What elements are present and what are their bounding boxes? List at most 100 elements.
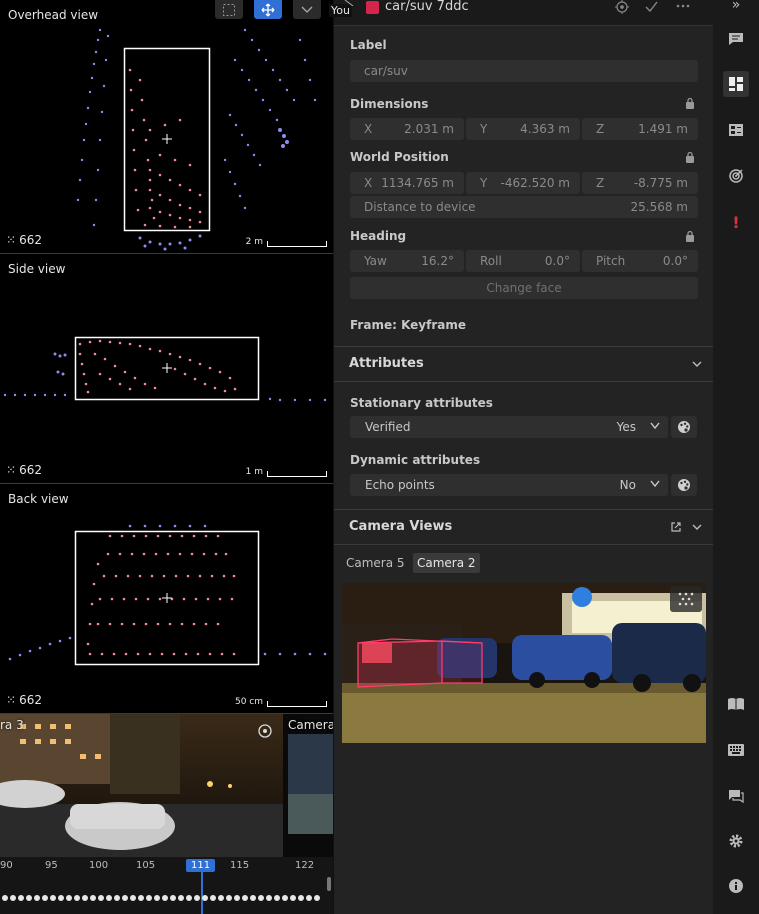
timeline-tick[interactable]: 105 (136, 860, 155, 871)
lock-icon[interactable] (685, 97, 695, 109)
timeline-frame-dot[interactable] (170, 895, 176, 901)
side-view[interactable]: Side view ⁙ 662 1 m (0, 254, 333, 484)
issues-button[interactable]: ! (723, 209, 749, 235)
timeline-tick[interactable]: 115 (230, 860, 249, 871)
timeline-tick[interactable]: 95 (45, 860, 58, 871)
timeline-frame-dot[interactable] (154, 895, 160, 901)
overhead-view[interactable]: Overhead view ⁙ 662 2 m (0, 0, 333, 254)
position-z-field[interactable]: Z -8.775 m (582, 172, 698, 194)
tab-camera-2[interactable]: Camera 2 (413, 553, 480, 573)
timeline-frame-dot[interactable] (98, 895, 104, 901)
palette-button[interactable] (671, 474, 697, 496)
timeline-frame-dot[interactable] (42, 895, 48, 901)
timeline[interactable]: 90 95 100 105 111 115 122 (0, 857, 333, 914)
layout-button[interactable] (723, 71, 749, 97)
close-icon[interactable] (344, 0, 354, 6)
timeline-frame-dot[interactable] (258, 895, 264, 901)
timeline-frame-dot[interactable] (66, 895, 72, 901)
camera-strip[interactable]: ra 3 Camera (0, 714, 333, 857)
tab-camera-5[interactable]: Camera 5 (342, 553, 409, 573)
timeline-frame-dot[interactable] (18, 895, 24, 901)
attributes-section-header[interactable]: Attributes (334, 346, 714, 382)
timeline-frame-dot[interactable] (178, 895, 184, 901)
label-input[interactable]: car/suv (350, 60, 698, 82)
timeline-frame-dot[interactable] (298, 895, 304, 901)
timeline-frame-dot[interactable] (242, 895, 248, 901)
dimension-x-field[interactable]: X 2.031 m (350, 118, 464, 140)
timeline-frame-dot[interactable] (34, 895, 40, 901)
timeline-frame-dot[interactable] (138, 895, 144, 901)
shortcuts-button[interactable] (723, 737, 749, 763)
verified-select[interactable]: Verified Yes (350, 416, 668, 438)
timeline-frame-dot[interactable] (26, 895, 32, 901)
timeline-frame-dot[interactable] (274, 895, 280, 901)
pitch-field[interactable]: Pitch 0.0° (582, 250, 698, 272)
back-view[interactable]: Back view ⁙ 662 50 cm (0, 484, 333, 714)
timeline-frame-dot[interactable] (306, 895, 312, 901)
check-icon[interactable] (645, 1, 658, 12)
yaw-field[interactable]: Yaw 16.2° (350, 250, 464, 272)
timeline-frame-dot[interactable] (186, 895, 192, 901)
dimension-z-field[interactable]: Z 1.491 m (582, 118, 698, 140)
position-y-field[interactable]: Y -462.520 m (466, 172, 580, 194)
point-count-value: 662 (19, 463, 42, 477)
change-face-button[interactable]: Change face (350, 277, 698, 299)
timeline-frame-dot[interactable] (74, 895, 80, 901)
timeline-frame-dot[interactable] (82, 895, 88, 901)
timeline-frame-dot[interactable] (250, 895, 256, 901)
timeline-frame-dot[interactable] (130, 895, 136, 901)
select-tool-button[interactable] (215, 0, 243, 19)
timeline-frame-dot[interactable] (202, 895, 208, 901)
timeline-frame-dot[interactable] (146, 895, 152, 901)
settings-button[interactable] (723, 828, 749, 854)
lock-icon[interactable] (685, 230, 695, 242)
collapse-sidebar-button[interactable]: » (723, 0, 749, 18)
external-link-icon[interactable] (670, 521, 682, 533)
timeline-frame-dot[interactable] (162, 895, 168, 901)
timeline-frames[interactable] (0, 893, 325, 903)
timeline-frame-dot[interactable] (266, 895, 272, 901)
timeline-frame-dot[interactable] (194, 895, 200, 901)
dimension-y-field[interactable]: Y 4.363 m (466, 118, 580, 140)
timeline-scrollbar[interactable] (327, 877, 331, 891)
lock-icon[interactable] (685, 151, 695, 163)
timeline-frame-dot[interactable] (10, 895, 16, 901)
camera-views-section-header[interactable]: Camera Views (334, 509, 714, 545)
timeline-frame-dot[interactable] (234, 895, 240, 901)
move-tool-button[interactable] (254, 0, 282, 19)
field-key: X (364, 176, 373, 190)
echo-points-select[interactable]: Echo points No (350, 474, 668, 496)
timeline-frame-dot[interactable] (210, 895, 216, 901)
timeline-frame-dot[interactable] (2, 895, 8, 901)
timeline-frame-dot[interactable] (106, 895, 112, 901)
locate-icon[interactable] (615, 0, 629, 14)
timeline-frame-dot[interactable] (90, 895, 96, 901)
tracking-button[interactable] (723, 163, 749, 189)
timeline-tick[interactable]: 90 (0, 860, 13, 871)
timeline-frame-dot[interactable] (218, 895, 224, 901)
palette-button[interactable] (671, 416, 697, 438)
timeline-frame-dot[interactable] (282, 895, 288, 901)
timeline-frame-dot[interactable] (314, 895, 320, 901)
select-value: Yes (616, 420, 636, 434)
camera-2-image[interactable] (342, 583, 706, 743)
timeline-frame-dot[interactable] (290, 895, 296, 901)
comments-button[interactable] (723, 26, 749, 52)
timeline-frame-dot[interactable] (58, 895, 64, 901)
timeline-tick[interactable]: 100 (89, 860, 108, 871)
tool-dropdown-button[interactable] (293, 0, 321, 19)
field-value: -462.520 m (500, 176, 570, 190)
timeline-frame-dot[interactable] (114, 895, 120, 901)
gear-icon (729, 834, 743, 848)
guide-button[interactable] (723, 691, 749, 717)
roll-field[interactable]: Roll 0.0° (466, 250, 580, 272)
timeline-tick[interactable]: 122 (295, 860, 314, 871)
objects-list-button[interactable] (723, 117, 749, 143)
position-x-field[interactable]: X 1134.765 m (350, 172, 464, 194)
timeline-frame-dot[interactable] (226, 895, 232, 901)
chat-button[interactable] (723, 783, 749, 809)
timeline-frame-dot[interactable] (122, 895, 128, 901)
timeline-frame-dot[interactable] (50, 895, 56, 901)
info-button[interactable] (723, 873, 749, 899)
more-icon[interactable] (676, 4, 690, 8)
